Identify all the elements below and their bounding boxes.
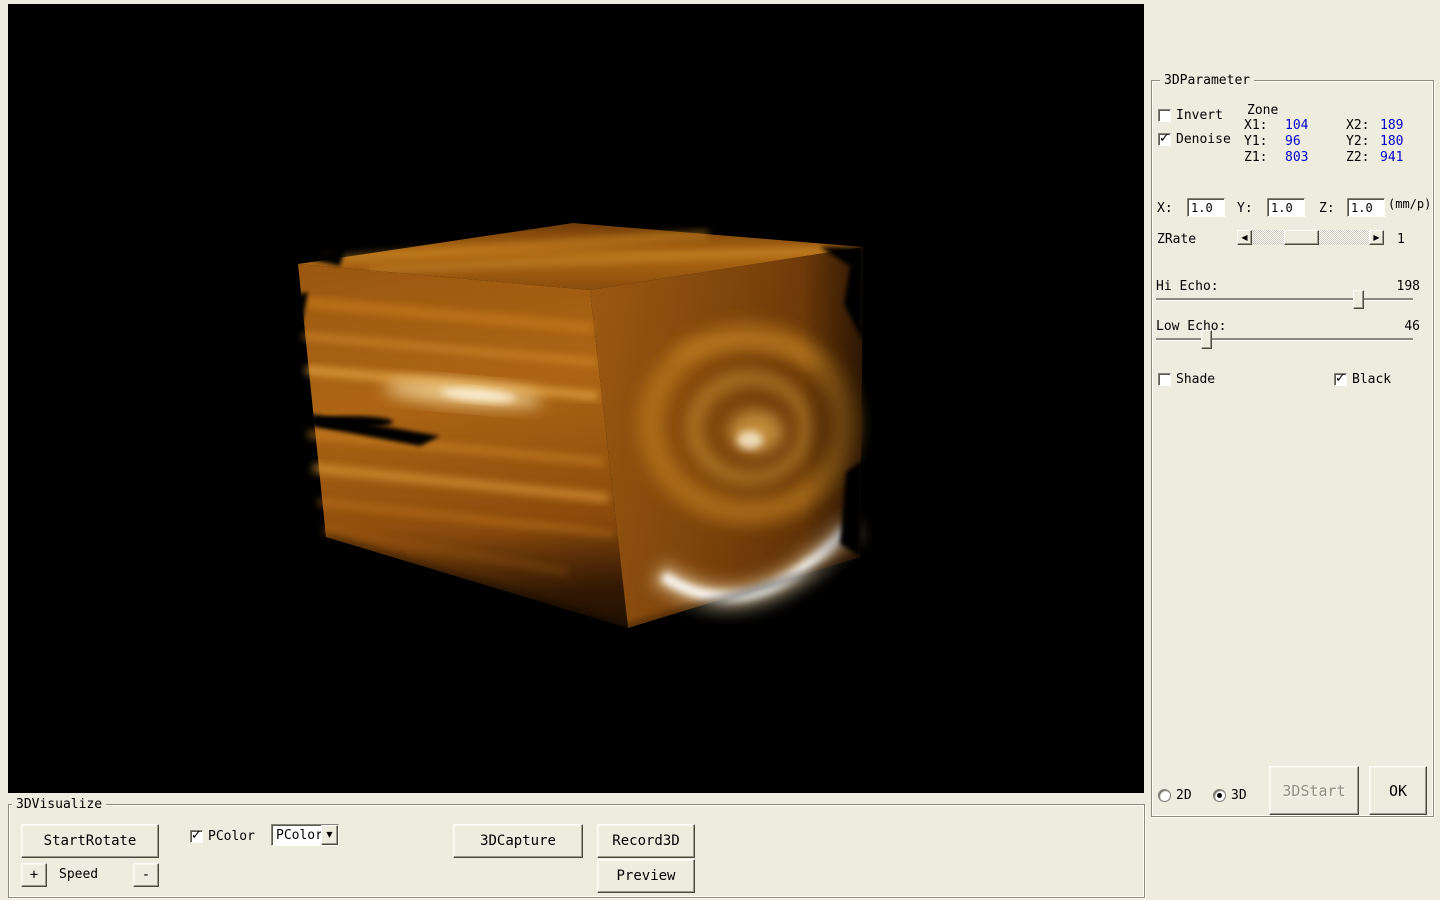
shade-checkbox-box[interactable]	[1158, 373, 1171, 386]
mode-2d-radio-circle[interactable]	[1158, 789, 1171, 802]
zrate-value: 1	[1397, 232, 1405, 247]
zone-y1-value: 96	[1285, 134, 1346, 150]
invert-checkbox-label: Invert	[1176, 108, 1223, 123]
visualize-panel-title: 3DVisualize	[12, 797, 106, 812]
zone-y1-label: Y1:	[1244, 134, 1285, 150]
zone-row-x: X1: 104 X2: 189	[1244, 118, 1428, 134]
y-scale-label: Y:	[1237, 201, 1253, 216]
pcolor-select-arrow-button[interactable]: ▼	[321, 825, 338, 845]
zone-row-y: Y1: 96 Y2: 180	[1244, 134, 1428, 150]
shade-checkbox-label: Shade	[1176, 372, 1215, 387]
visualize-panel: 3DVisualize StartRotate PColor PColor ▼ …	[8, 804, 1145, 898]
black-checkbox-box[interactable]	[1334, 373, 1347, 386]
render-viewport[interactable]	[8, 4, 1144, 793]
pcolor-select[interactable]: PColor ▼	[271, 824, 339, 846]
zone-z2-label: Z2:	[1346, 150, 1380, 166]
start-3d-button[interactable]: 3DStart	[1269, 766, 1359, 815]
zone-info: Zone X1: 104 X2: 189 Y1: 96 Y2: 180 Z1: …	[1244, 103, 1428, 166]
pcolor-checkbox[interactable]: PColor	[190, 829, 255, 843]
zone-z2-value: 941	[1380, 150, 1403, 166]
denoise-checkbox-box[interactable]	[1158, 133, 1171, 146]
y-scale-input[interactable]	[1267, 198, 1305, 217]
capture-3d-button[interactable]: 3DCapture	[453, 824, 583, 858]
zrate-scroll-right-button[interactable]: ▶	[1369, 230, 1384, 245]
x-scale-input[interactable]	[1187, 198, 1225, 217]
mode-2d-radio[interactable]: 2D	[1158, 788, 1192, 802]
low-echo-slider-track[interactable]	[1156, 338, 1413, 340]
ok-button[interactable]: OK	[1369, 766, 1427, 815]
invert-checkbox-box[interactable]	[1158, 109, 1171, 122]
zone-z1-label: Z1:	[1244, 150, 1285, 166]
zone-z1-value: 803	[1285, 150, 1346, 166]
zrate-scrollbar[interactable]: ◀ ▶	[1237, 230, 1384, 245]
z-scale-label: Z:	[1319, 201, 1335, 216]
denoise-checkbox-label: Denoise	[1176, 132, 1231, 147]
volume-render-3d	[8, 4, 1144, 793]
speed-minus-button[interactable]: -	[133, 863, 159, 887]
app-window: 3DParameter Invert Denoise Zone X1: 104 …	[0, 0, 1440, 900]
denoise-checkbox[interactable]: Denoise	[1158, 132, 1231, 146]
zone-y2-label: Y2:	[1346, 134, 1380, 150]
mode-3d-radio-circle[interactable]	[1213, 789, 1226, 802]
zone-y2-value: 180	[1380, 134, 1403, 150]
hi-echo-slider[interactable]	[1156, 290, 1413, 309]
scroll-left-icon: ◀	[1241, 234, 1247, 242]
x-scale-label: X:	[1157, 201, 1173, 216]
shade-checkbox[interactable]: Shade	[1158, 372, 1215, 386]
zone-x2-label: X2:	[1346, 118, 1380, 134]
mode-3d-radio[interactable]: 3D	[1213, 788, 1247, 802]
hi-echo-slider-thumb[interactable]	[1353, 290, 1364, 309]
low-echo-slider-thumb[interactable]	[1201, 330, 1212, 349]
preview-button[interactable]: Preview	[597, 859, 695, 893]
pcolor-checkbox-label: PColor	[208, 829, 255, 844]
zrate-scroll-thumb[interactable]	[1284, 230, 1319, 245]
record-3d-button[interactable]: Record3D	[597, 824, 695, 858]
zone-x2-value: 189	[1380, 118, 1403, 134]
zone-row-z: Z1: 803 Z2: 941	[1244, 150, 1428, 166]
pcolor-checkbox-box[interactable]	[190, 830, 203, 843]
parameter-panel-title: 3DParameter	[1160, 73, 1254, 88]
zrate-scroll-left-button[interactable]: ◀	[1237, 230, 1252, 245]
invert-checkbox[interactable]: Invert	[1158, 108, 1223, 122]
zrate-label: ZRate	[1157, 232, 1196, 247]
zone-title: Zone	[1247, 103, 1428, 118]
dropdown-arrow-icon: ▼	[326, 831, 332, 839]
z-scale-input[interactable]	[1347, 198, 1385, 217]
start-rotate-button[interactable]: StartRotate	[21, 824, 159, 858]
pcolor-select-value: PColor	[272, 828, 321, 843]
zone-x1-value: 104	[1285, 118, 1346, 134]
black-checkbox[interactable]: Black	[1334, 372, 1391, 386]
low-echo-slider[interactable]	[1156, 330, 1413, 349]
mode-2d-radio-label: 2D	[1176, 788, 1192, 803]
zrate-scroll-track[interactable]	[1252, 230, 1369, 245]
scroll-right-icon: ▶	[1373, 234, 1379, 242]
speed-label: Speed	[59, 867, 98, 882]
hi-echo-slider-track[interactable]	[1156, 298, 1413, 300]
mode-3d-radio-label: 3D	[1231, 788, 1247, 803]
black-checkbox-label: Black	[1352, 372, 1391, 387]
scale-unit-label: (mm/p)	[1388, 197, 1431, 212]
parameter-panel: 3DParameter Invert Denoise Zone X1: 104 …	[1151, 80, 1434, 817]
zone-x1-label: X1:	[1244, 118, 1285, 134]
speed-plus-button[interactable]: +	[21, 863, 47, 887]
